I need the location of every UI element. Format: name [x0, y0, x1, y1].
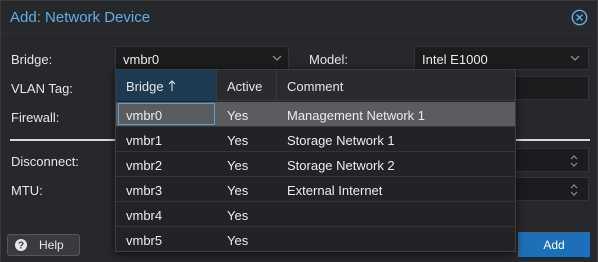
bridge-combobox[interactable]: vmbr0	[115, 46, 289, 70]
bridge-value: vmbr0	[123, 52, 160, 67]
vlan-tag-label: VLAN Tag:	[11, 81, 73, 96]
model-label: Model:	[309, 52, 349, 67]
table-row[interactable]: vmbr3 Yes External Internet	[116, 177, 515, 202]
table-row[interactable]: vmbr1 Yes Storage Network 1	[116, 127, 515, 152]
table-row[interactable]: vmbr2 Yes Storage Network 2	[116, 152, 515, 177]
firewall-label: Firewall:	[11, 110, 60, 125]
bridge-label: Bridge:	[11, 52, 53, 67]
table-row[interactable]: vmbr0 Yes Management Network 1	[116, 102, 515, 127]
column-header-comment[interactable]: Comment	[277, 70, 515, 101]
multiqueue-field[interactable]	[514, 177, 589, 201]
column-header-active[interactable]: Active	[217, 70, 277, 101]
help-icon: ?	[15, 239, 27, 252]
sort-ascending-icon	[168, 80, 175, 91]
spinner-icon[interactable]	[569, 182, 579, 198]
chevron-down-icon[interactable]	[272, 54, 282, 62]
mac-address-field[interactable]	[514, 76, 589, 100]
chevron-down-icon[interactable]	[570, 54, 580, 62]
bridge-picker-grid[interactable]: Bridge Active Comment vmbr0 Yes Manageme…	[115, 69, 516, 252]
disconnect-label: Disconnect:	[11, 154, 79, 169]
table-row[interactable]: vmbr4 Yes	[116, 202, 515, 227]
add-network-device-dialog: Add: Network Device Bridge: vmbr0 VLAN T…	[0, 0, 598, 262]
add-button[interactable]: Add	[518, 232, 590, 257]
help-button-label: Help	[39, 238, 64, 252]
table-row[interactable]: vmbr5 Yes	[116, 227, 515, 251]
close-icon[interactable]	[571, 9, 588, 26]
model-combobox[interactable]: Intel E1000	[414, 46, 589, 70]
rate-limit-field[interactable]	[514, 148, 589, 172]
column-header-bridge[interactable]: Bridge	[116, 70, 217, 101]
mtu-label: MTU:	[11, 183, 43, 198]
model-value: Intel E1000	[422, 52, 488, 67]
dialog-titlebar: Add: Network Device	[1, 1, 597, 34]
svg-text:?: ?	[18, 241, 24, 252]
grid-header: Bridge Active Comment	[116, 70, 515, 101]
dialog-title: Add: Network Device	[10, 9, 151, 26]
spinner-icon[interactable]	[569, 153, 579, 169]
